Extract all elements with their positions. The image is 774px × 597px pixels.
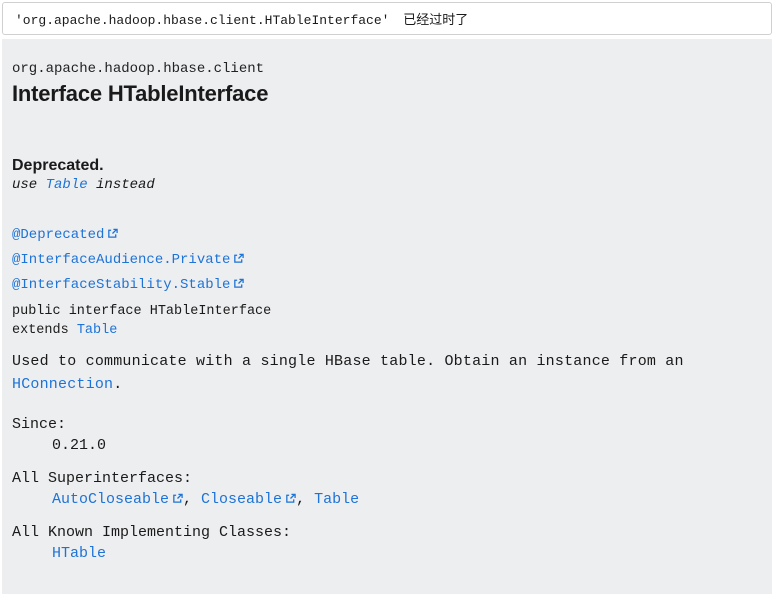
signature-extends-kw: extends xyxy=(12,323,77,338)
annotation-link[interactable]: @Deprecated xyxy=(12,227,104,243)
superinterfaces-list: AutoCloseable, Closeable, Table xyxy=(52,491,762,508)
signature-line1: public interface HTableInterface xyxy=(12,304,271,319)
title-prefix: Interface xyxy=(12,81,108,106)
quote-bar: 'org.apache.hadoop.hbase.client.HTableIn… xyxy=(2,2,772,35)
quote-note: 已经过时了 xyxy=(403,12,468,27)
external-link-icon xyxy=(233,253,244,264)
deprecated-note: use Table instead xyxy=(12,177,762,193)
deprecated-block: Deprecated. use Table instead xyxy=(12,157,762,193)
annotation-link[interactable]: @InterfaceStability.Stable xyxy=(12,277,230,293)
implementing-list: HTable xyxy=(52,545,762,562)
since-value: 0.21.0 xyxy=(52,437,762,454)
type-link[interactable]: HTable xyxy=(52,545,106,562)
deprecated-use-word: use xyxy=(12,177,46,193)
external-link-icon xyxy=(172,493,183,504)
page-title: Interface HTableInterface xyxy=(12,81,762,107)
separator: , xyxy=(183,491,201,508)
implementing-label: All Known Implementing Classes: xyxy=(12,524,762,541)
separator: , xyxy=(296,491,314,508)
deprecated-instead: instead xyxy=(88,177,155,193)
type-link[interactable]: Table xyxy=(314,491,359,508)
description-text2: . xyxy=(113,376,122,393)
external-link-icon xyxy=(107,228,118,239)
superinterfaces-label: All Superinterfaces: xyxy=(12,470,762,487)
package-name: org.apache.hadoop.hbase.client xyxy=(12,61,762,77)
deprecated-label: Deprecated. xyxy=(12,157,762,175)
type-link[interactable]: AutoCloseable xyxy=(52,491,169,508)
external-link-icon xyxy=(233,278,244,289)
since-label: Since: xyxy=(12,416,762,433)
deprecated-replacement-link[interactable]: Table xyxy=(46,177,88,193)
description-text1: Used to communicate with a single HBase … xyxy=(12,353,684,370)
annotations-block: @Deprecated @InterfaceAudience.Private @In… xyxy=(12,223,762,297)
annotation-link[interactable]: @InterfaceAudience.Private xyxy=(12,252,230,268)
type-signature: public interface HTableInterface extends… xyxy=(12,303,762,341)
description: Used to communicate with a single HBase … xyxy=(12,351,762,396)
signature-extends-link[interactable]: Table xyxy=(77,323,118,338)
type-link[interactable]: Closeable xyxy=(201,491,282,508)
title-name: HTableInterface xyxy=(108,81,268,106)
external-link-icon xyxy=(285,493,296,504)
description-link[interactable]: HConnection xyxy=(12,376,113,393)
quote-path: 'org.apache.hadoop.hbase.client.HTableIn… xyxy=(15,13,389,28)
javadoc-body: org.apache.hadoop.hbase.client Interface… xyxy=(2,39,772,594)
